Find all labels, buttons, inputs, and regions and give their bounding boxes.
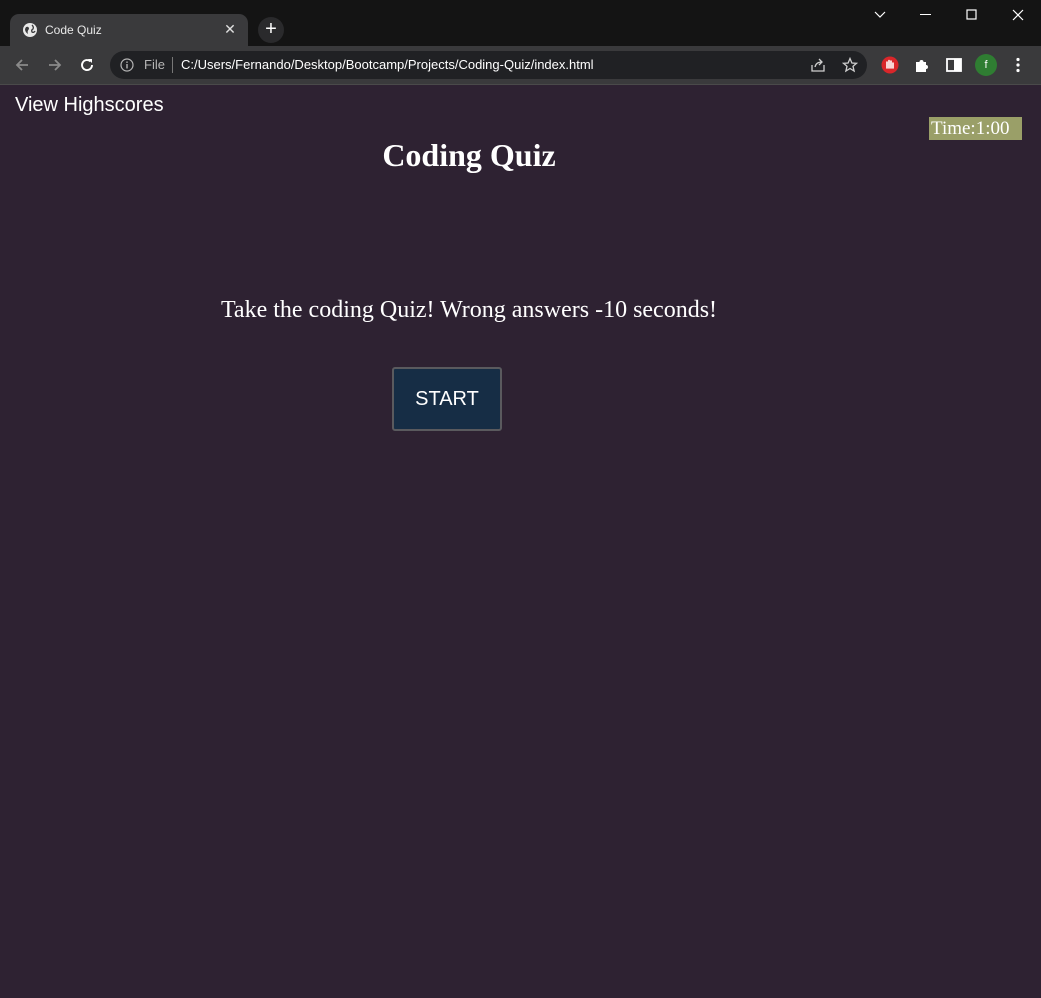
star-icon[interactable]: [841, 56, 859, 78]
puzzle-extensions-icon[interactable]: [913, 56, 931, 79]
browser-tab-strip: Code Quiz ✕ +: [0, 0, 1041, 46]
back-arrow-icon[interactable]: [11, 54, 33, 76]
address-separator: [172, 57, 173, 73]
view-highscores-link[interactable]: View Highscores: [15, 94, 164, 117]
address-scheme: File: [144, 57, 165, 72]
window-close-icon[interactable]: [995, 0, 1041, 30]
maximize-icon[interactable]: [949, 0, 995, 30]
plus-icon[interactable]: +: [258, 17, 284, 43]
start-button[interactable]: START: [392, 367, 502, 431]
tab-title: Code Quiz: [45, 23, 102, 37]
side-panel-icon[interactable]: [945, 56, 963, 79]
globe-icon: [22, 22, 38, 38]
stop-hand-extension-icon[interactable]: [881, 56, 899, 79]
more-menu-icon[interactable]: [1009, 56, 1027, 79]
page-content: View Highscores Time:1:00 Coding Quiz Ta…: [0, 85, 1041, 998]
address-url[interactable]: C:/Users/Fernando/Desktop/Bootcamp/Proje…: [181, 57, 594, 72]
chevron-down-icon[interactable]: [857, 0, 903, 30]
share-icon[interactable]: [810, 57, 826, 78]
address-bar[interactable]: File C:/Users/Fernando/Desktop/Bootcamp/…: [110, 51, 867, 79]
timer-display: Time:1:00: [929, 117, 1022, 140]
quiz-instructions: Take the coding Quiz! Wrong answers -10 …: [220, 297, 718, 323]
browser-tab[interactable]: Code Quiz ✕: [10, 14, 248, 46]
forward-arrow-icon[interactable]: [44, 54, 66, 76]
minimize-icon[interactable]: [903, 0, 949, 30]
avatar[interactable]: f: [975, 54, 997, 76]
reload-icon[interactable]: [76, 54, 98, 76]
close-icon[interactable]: ✕: [221, 20, 239, 38]
info-icon[interactable]: [120, 58, 134, 77]
browser-toolbar: File C:/Users/Fernando/Desktop/Bootcamp/…: [0, 46, 1041, 85]
page-title: Coding Quiz: [382, 137, 556, 173]
